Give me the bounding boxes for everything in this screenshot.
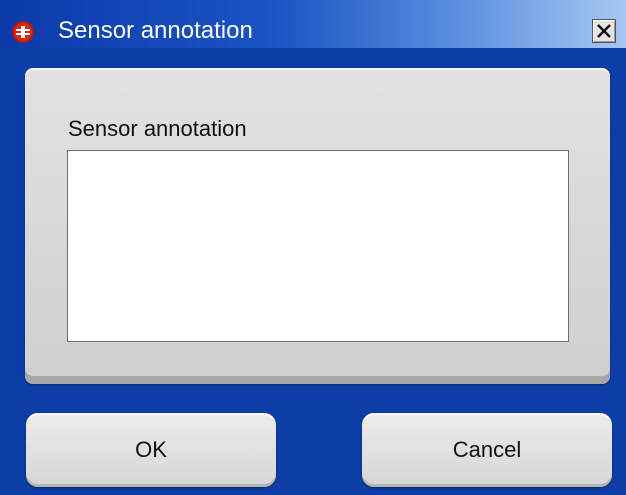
app-logo-icon	[12, 21, 34, 43]
annotation-panel: Sensor annotation	[25, 68, 610, 384]
title-bar[interactable]: Sensor annotation	[0, 0, 626, 48]
annotation-label: Sensor annotation	[68, 116, 247, 141]
close-button[interactable]	[592, 19, 616, 43]
annotation-textarea[interactable]	[67, 150, 569, 342]
window-title: Sensor annotation	[58, 17, 253, 44]
cancel-button[interactable]: Cancel	[362, 413, 612, 487]
close-icon	[597, 24, 611, 38]
ok-button[interactable]: OK	[26, 413, 276, 487]
dialog-window: Sensor annotation Sensor annotation OK C…	[0, 0, 626, 495]
